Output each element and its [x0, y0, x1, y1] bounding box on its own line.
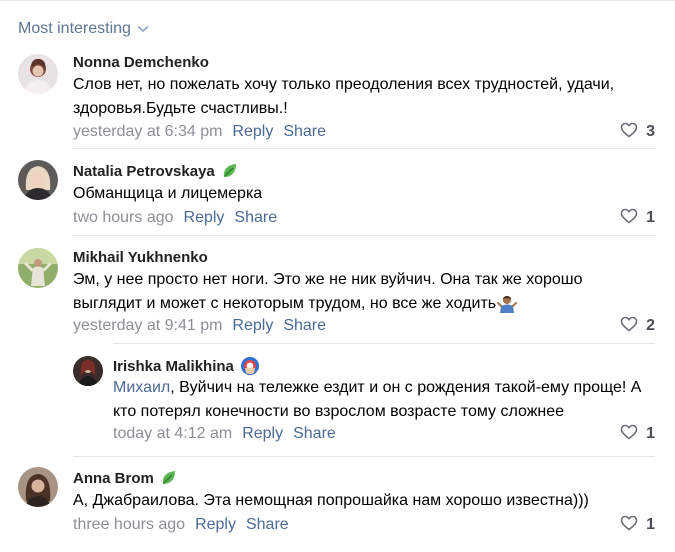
leaf-badge-icon — [221, 162, 239, 180]
top-divider — [0, 0, 675, 1]
sort-dropdown[interactable]: Most interesting — [18, 19, 149, 39]
like-button[interactable]: 1 — [620, 208, 655, 228]
comment-text-line: А, Джабраилова. Эта немощная попрошайка … — [73, 492, 589, 509]
avatar[interactable] — [18, 54, 58, 94]
share-button[interactable]: Share — [234, 209, 277, 227]
comment-text-line: Обманщица и лицемерка — [73, 185, 263, 202]
share-button[interactable]: Share — [246, 516, 289, 534]
like-button[interactable]: 2 — [620, 316, 655, 336]
comment-timestamp[interactable]: two hours ago — [73, 209, 174, 227]
author-name[interactable]: Natalia Petrovskaya — [73, 163, 215, 180]
comment-text-line: , Вуйчич на тележке ездит и он с рождени… — [170, 379, 642, 396]
comment-text: Эм, у нее просто нет ноги. Это же не ник… — [73, 268, 583, 316]
author-name[interactable]: Anna Brom — [73, 470, 154, 487]
comment-text-line: кто потерял конечности во взрослом возра… — [113, 403, 565, 420]
comment-text-line: Эм, у нее просто нет ноги. Это же не ник… — [73, 271, 583, 288]
author-name[interactable]: Mikhail Yukhnenko — [73, 249, 208, 266]
like-button[interactable]: 3 — [620, 122, 655, 142]
shield-badge-icon — [240, 356, 260, 376]
comment-timestamp[interactable]: yesterday at 9:41 pm — [73, 317, 222, 335]
reply-button[interactable]: Reply — [232, 317, 273, 335]
comment-text: Михаил, Вуйчич на тележке ездит и он с р… — [113, 376, 641, 424]
person-shrugging-emoji — [497, 294, 518, 314]
comment-divider — [73, 235, 655, 236]
comment-divider — [73, 456, 655, 457]
comment-text: Обманщица и лицемерка — [73, 182, 262, 206]
comment-text-line: Слов нет, но пожелать хочу только преодо… — [73, 76, 615, 93]
share-button[interactable]: Share — [283, 317, 326, 335]
heart-icon — [620, 122, 638, 143]
comment-text-line: выглядит и может с некоторым трудом, но … — [73, 295, 497, 312]
heart-icon — [620, 515, 638, 536]
heart-icon — [620, 316, 638, 337]
share-button[interactable]: Share — [283, 123, 326, 141]
comment-timestamp[interactable]: today at 4:12 am — [113, 425, 232, 443]
avatar[interactable] — [18, 248, 58, 288]
like-count: 2 — [646, 317, 655, 334]
author-name[interactable]: Nonna Demchenko — [73, 54, 209, 71]
like-count: 1 — [646, 516, 655, 533]
like-count: 1 — [646, 209, 655, 226]
mention-link[interactable]: Михаил — [113, 379, 170, 396]
reply-button[interactable]: Reply — [195, 516, 236, 534]
like-count: 3 — [646, 123, 655, 140]
chevron-down-icon — [137, 25, 149, 33]
sort-label: Most interesting — [18, 20, 131, 37]
comment-timestamp[interactable]: yesterday at 6:34 pm — [73, 123, 222, 141]
author-name[interactable]: Irishka Malikhina — [113, 358, 234, 375]
comment-divider — [113, 343, 655, 344]
like-button[interactable]: 1 — [620, 424, 655, 444]
reply-button[interactable]: Reply — [242, 425, 283, 443]
reply-button[interactable]: Reply — [232, 123, 273, 141]
heart-icon — [620, 424, 638, 445]
comment-divider — [73, 148, 655, 149]
reply-button[interactable]: Reply — [184, 209, 225, 227]
share-button[interactable]: Share — [293, 425, 336, 443]
like-button[interactable]: 1 — [620, 515, 655, 535]
avatar[interactable] — [73, 356, 103, 386]
heart-icon — [620, 208, 638, 229]
avatar[interactable] — [18, 160, 58, 200]
avatar[interactable] — [18, 467, 58, 507]
comment-text: Слов нет, но пожелать хочу только преодо… — [73, 73, 614, 121]
like-count: 1 — [646, 425, 655, 442]
comment-timestamp[interactable]: three hours ago — [73, 516, 185, 534]
comment-text: А, Джабраилова. Эта немощная попрошайка … — [73, 489, 589, 513]
comment-text-line: здоровья.Будьте счастливы.! — [73, 100, 288, 117]
leaf-badge-icon — [160, 469, 178, 487]
